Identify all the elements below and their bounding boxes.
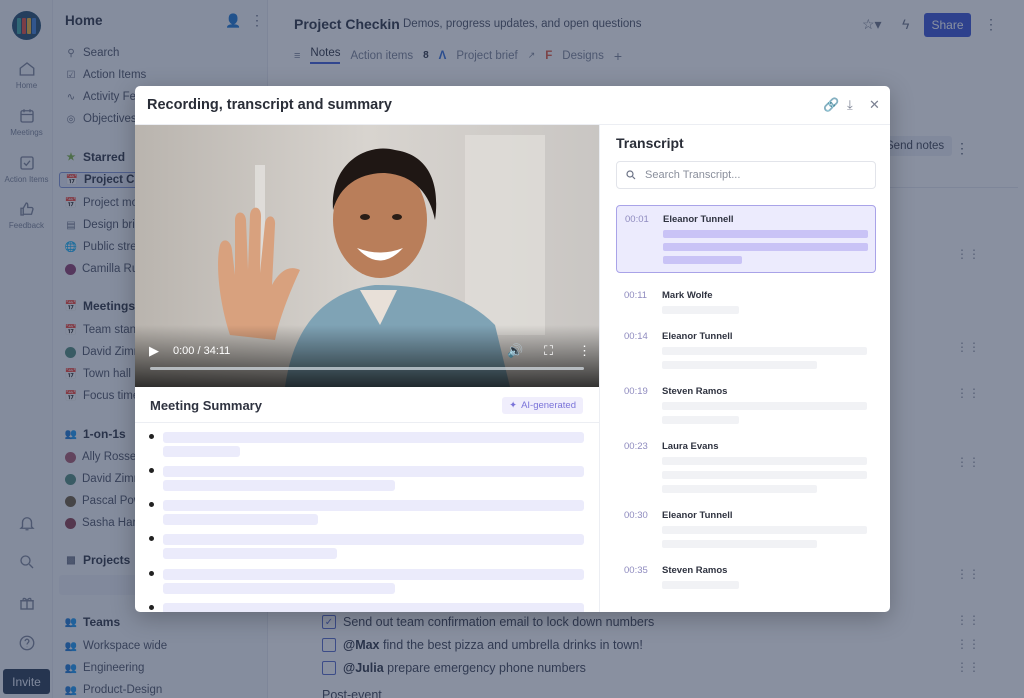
entry-speaker: Mark Wolfe [662, 290, 713, 301]
transcript-search[interactable] [616, 161, 876, 189]
transcript-search-input[interactable] [645, 169, 865, 181]
summary-line-skeleton [163, 432, 584, 443]
entry-speaker: Eleanor Tunnell [662, 510, 733, 521]
transcript-entry[interactable]: 00:35 Steven Ramos [616, 560, 876, 594]
summary-line-skeleton [163, 514, 318, 525]
transcript-entry[interactable]: 00:01 Eleanor Tunnell [616, 205, 876, 273]
entry-timestamp[interactable]: 00:01 [625, 214, 649, 225]
link-icon[interactable]: 🔗 [823, 97, 839, 113]
transcript-entry[interactable]: 00:14 Eleanor Tunnell [616, 326, 876, 374]
bullet [149, 502, 154, 507]
summary-line-skeleton [163, 466, 584, 477]
entry-text-skeleton [662, 485, 817, 493]
meeting-summary-title: Meeting Summary [150, 398, 262, 413]
transcript-entry[interactable]: 00:23 Laura Evans [616, 436, 876, 498]
entry-speaker: Eleanor Tunnell [662, 331, 733, 342]
transcript-entry[interactable]: 00:11 Mark Wolfe [616, 285, 876, 319]
app-window: Home Meetings Action Items Feedback Invi… [0, 0, 1024, 698]
meeting-summary-list [135, 423, 599, 612]
modal-title: Recording, transcript and summary [147, 97, 392, 113]
summary-line-skeleton [163, 480, 395, 491]
fullscreen-icon[interactable]: ⛶ [544, 343, 553, 359]
entry-timestamp[interactable]: 00:30 [624, 510, 648, 521]
modal-header: Recording, transcript and summary 🔗 ⤓ ✕ [135, 86, 890, 125]
close-icon[interactable]: ✕ [869, 97, 880, 113]
transcript-entry[interactable]: 00:30 Eleanor Tunnell [616, 505, 876, 553]
entry-speaker: Steven Ramos [662, 565, 728, 576]
entry-text-skeleton [663, 243, 868, 251]
bullet [149, 571, 154, 576]
entry-speaker: Eleanor Tunnell [663, 214, 734, 225]
video-controls: ▶ 0:00 / 34:11 🔊 ⛶ ⋮ [135, 325, 599, 387]
transcript-title: Transcript [616, 135, 684, 151]
entry-timestamp[interactable]: 00:23 [624, 441, 648, 452]
entry-text-skeleton [662, 540, 817, 548]
video-player[interactable]: ▶ 0:00 / 34:11 🔊 ⛶ ⋮ [135, 125, 599, 387]
sparkle-icon: ✦ [509, 400, 518, 411]
entry-text-skeleton [662, 457, 867, 465]
entry-timestamp[interactable]: 00:35 [624, 565, 648, 576]
bullet [149, 434, 154, 439]
entry-timestamp[interactable]: 00:11 [624, 290, 647, 301]
entry-text-skeleton [662, 471, 867, 479]
entry-text-skeleton [662, 581, 739, 589]
summary-line-skeleton [163, 534, 584, 545]
bullet [149, 536, 154, 541]
recording-modal: Recording, transcript and summary 🔗 ⤓ ✕ [135, 86, 890, 612]
entry-text-skeleton [663, 256, 742, 264]
entry-timestamp[interactable]: 00:14 [624, 331, 648, 342]
entry-timestamp[interactable]: 00:19 [624, 386, 648, 397]
summary-line-skeleton [163, 569, 584, 580]
entry-speaker: Laura Evans [662, 441, 719, 452]
entry-text-skeleton [662, 416, 739, 424]
entry-text-skeleton [662, 306, 739, 314]
entry-text-skeleton [662, 526, 867, 534]
ai-badge-label: AI-generated [521, 400, 576, 411]
more-options-icon[interactable]: ⋮ [578, 343, 591, 359]
entry-text-skeleton [663, 230, 868, 238]
summary-line-skeleton [163, 446, 240, 457]
meeting-summary-header: Meeting Summary ✦ AI-generated [135, 387, 599, 423]
bullet [149, 468, 154, 473]
ai-generated-badge: ✦ AI-generated [502, 397, 583, 414]
play-icon[interactable]: ▶ [149, 343, 159, 359]
video-time: 0:00 / 34:11 [173, 345, 231, 357]
entry-text-skeleton [662, 402, 867, 410]
summary-line-skeleton [163, 583, 395, 594]
entry-speaker: Steven Ramos [662, 386, 728, 397]
bullet [149, 605, 154, 610]
download-icon[interactable]: ⤓ [847, 97, 853, 113]
summary-line-skeleton [163, 603, 584, 612]
transcript-panel: Transcript 00:01 Eleanor Tunnell 00:11 M… [599, 125, 890, 612]
summary-line-skeleton [163, 548, 337, 559]
entry-text-skeleton [662, 361, 817, 369]
video-progress-bar[interactable] [150, 367, 584, 370]
entry-text-skeleton [662, 347, 867, 355]
summary-line-skeleton [163, 500, 584, 511]
volume-icon[interactable]: 🔊 [507, 343, 523, 359]
search-icon [626, 170, 636, 180]
transcript-entry[interactable]: 00:19 Steven Ramos [616, 381, 876, 429]
